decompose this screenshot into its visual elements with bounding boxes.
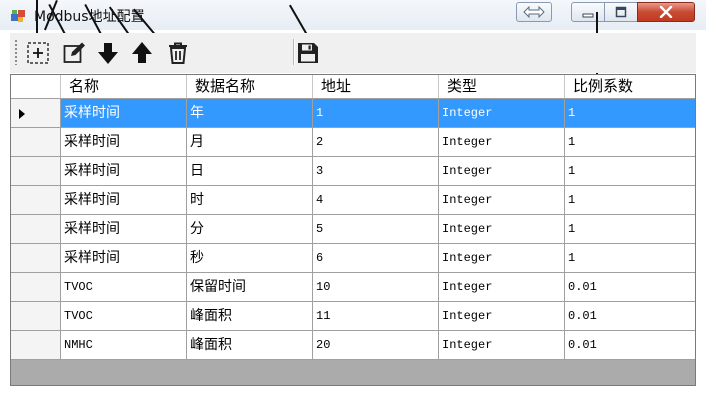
data-name-cell[interactable]: 峰面积	[187, 302, 313, 331]
data-name-cell[interactable]: 分	[187, 215, 313, 244]
close-button[interactable]	[637, 2, 695, 22]
header-corner[interactable]	[11, 75, 61, 98]
row-header[interactable]	[11, 128, 61, 157]
scale-factor-cell[interactable]: 1	[565, 186, 695, 215]
data-name-cell[interactable]: 时	[187, 186, 313, 215]
data-name-cell[interactable]: 保留时间	[187, 273, 313, 302]
maximize-button[interactable]	[604, 2, 638, 22]
table-row[interactable]: 采样时间月 2 Integer 1	[11, 128, 695, 157]
title-bar[interactable]: Modbus地址配置	[0, 0, 706, 30]
type-cell[interactable]: Integer	[439, 215, 565, 244]
minimize-icon	[582, 13, 594, 18]
data-name-cell[interactable]: 日	[187, 157, 313, 186]
name-cell[interactable]: 采样时间	[61, 186, 187, 215]
row-header[interactable]	[11, 99, 61, 128]
type-cell[interactable]: Integer	[439, 99, 565, 128]
address-cell[interactable]: 4	[313, 186, 439, 215]
name-cell[interactable]: 采样时间	[61, 215, 187, 244]
toolbar	[10, 33, 696, 73]
row-header[interactable]	[11, 302, 61, 331]
name-cell[interactable]: 采样时间	[61, 157, 187, 186]
maximize-icon	[615, 6, 627, 18]
table-row[interactable]: TVOC 保留时间 10 Integer 0.01	[11, 273, 695, 302]
scale-factor-cell[interactable]: 0.01	[565, 273, 695, 302]
scale-factor-cell[interactable]: 1	[565, 99, 695, 128]
data-name-cell[interactable]: 秒	[187, 244, 313, 273]
table-row[interactable]: 采样时间年 1 Integer 1	[11, 99, 695, 128]
scale-factor-cell[interactable]: 1	[565, 244, 695, 273]
current-row-arrow-icon	[19, 109, 25, 119]
name-cell[interactable]: TVOC	[61, 302, 187, 331]
app-icon	[11, 10, 25, 22]
name-cell[interactable]: TVOC	[61, 273, 187, 302]
table-row[interactable]: TVOC 峰面积 11 Integer 0.01	[11, 302, 695, 331]
data-name-cell[interactable]: 年	[187, 99, 313, 128]
address-cell[interactable]: 5	[313, 215, 439, 244]
table-row[interactable]: 采样时间时 4 Integer 1	[11, 186, 695, 215]
type-cell[interactable]: Integer	[439, 302, 565, 331]
row-header[interactable]	[11, 273, 61, 302]
name-cell[interactable]: 采样时间	[61, 99, 187, 128]
address-cell[interactable]: 3	[313, 157, 439, 186]
modbus-address-grid[interactable]: 名称 数据名称 地址 类型 比例系数 采样时间年 1 Integer 1 采样时间月 2 I…	[10, 74, 696, 386]
close-icon	[659, 6, 673, 18]
column-header[interactable]: 类型	[439, 75, 565, 98]
type-cell[interactable]: Integer	[439, 128, 565, 157]
table-row[interactable]: NMHC 峰面积 20 Integer 0.01	[11, 331, 695, 360]
save-button[interactable]	[294, 39, 322, 67]
move-down-button[interactable]	[94, 39, 122, 67]
arrow-down-icon	[98, 43, 118, 64]
table-row[interactable]: 采样时间秒 6 Integer 1	[11, 244, 695, 273]
column-header[interactable]: 比例系数	[565, 75, 695, 98]
type-cell[interactable]: Integer	[439, 331, 565, 360]
row-header[interactable]	[11, 186, 61, 215]
row-header[interactable]	[11, 215, 61, 244]
row-header[interactable]	[11, 157, 61, 186]
toolbar-grip[interactable]	[14, 39, 18, 65]
floppy-disk-icon	[298, 43, 318, 63]
address-cell[interactable]: 10	[313, 273, 439, 302]
arrow-up-icon	[132, 42, 152, 63]
address-cell[interactable]: 11	[313, 302, 439, 331]
grid-header: 名称 数据名称 地址 类型 比例系数	[11, 75, 695, 99]
type-cell[interactable]: Integer	[439, 186, 565, 215]
scale-factor-cell[interactable]: 0.01	[565, 331, 695, 360]
resize-button[interactable]	[516, 2, 552, 22]
scale-factor-cell[interactable]: 1	[565, 157, 695, 186]
type-cell[interactable]: Integer	[439, 157, 565, 186]
move-up-button[interactable]	[128, 39, 156, 67]
row-header[interactable]	[11, 331, 61, 360]
trash-icon	[169, 42, 187, 64]
scale-factor-cell[interactable]: 1	[565, 128, 695, 157]
address-cell[interactable]: 6	[313, 244, 439, 273]
type-cell[interactable]: Integer	[439, 244, 565, 273]
data-name-cell[interactable]: 月	[187, 128, 313, 157]
name-cell[interactable]: 采样时间	[61, 128, 187, 157]
double-arrow-icon	[523, 6, 545, 18]
edit-button[interactable]	[60, 39, 88, 67]
column-header[interactable]: 地址	[313, 75, 439, 98]
minimize-button[interactable]	[571, 2, 605, 22]
name-cell[interactable]: 采样时间	[61, 244, 187, 273]
row-header[interactable]	[11, 244, 61, 273]
column-header[interactable]: 数据名称	[187, 75, 313, 98]
delete-button[interactable]	[164, 39, 192, 67]
scale-factor-cell[interactable]: 0.01	[565, 302, 695, 331]
dashed-plus-icon	[27, 42, 49, 64]
scale-factor-cell[interactable]: 1	[565, 215, 695, 244]
table-row[interactable]: 采样时间分 5 Integer 1	[11, 215, 695, 244]
data-name-cell[interactable]: 峰面积	[187, 331, 313, 360]
address-cell[interactable]: 2	[313, 128, 439, 157]
address-cell[interactable]: 1	[313, 99, 439, 128]
name-cell[interactable]: NMHC	[61, 331, 187, 360]
modbus-config-window: Modbus地址配置 名称 数据名称 地址 类型 比例系数 采样时间 年 1 I…	[0, 0, 706, 396]
address-cell[interactable]: 20	[313, 331, 439, 360]
edit-icon	[63, 42, 85, 63]
add-button[interactable]	[24, 39, 52, 67]
column-header[interactable]: 名称	[61, 75, 187, 98]
type-cell[interactable]: Integer	[439, 273, 565, 302]
table-row[interactable]: 采样时间日 3 Integer 1	[11, 157, 695, 186]
